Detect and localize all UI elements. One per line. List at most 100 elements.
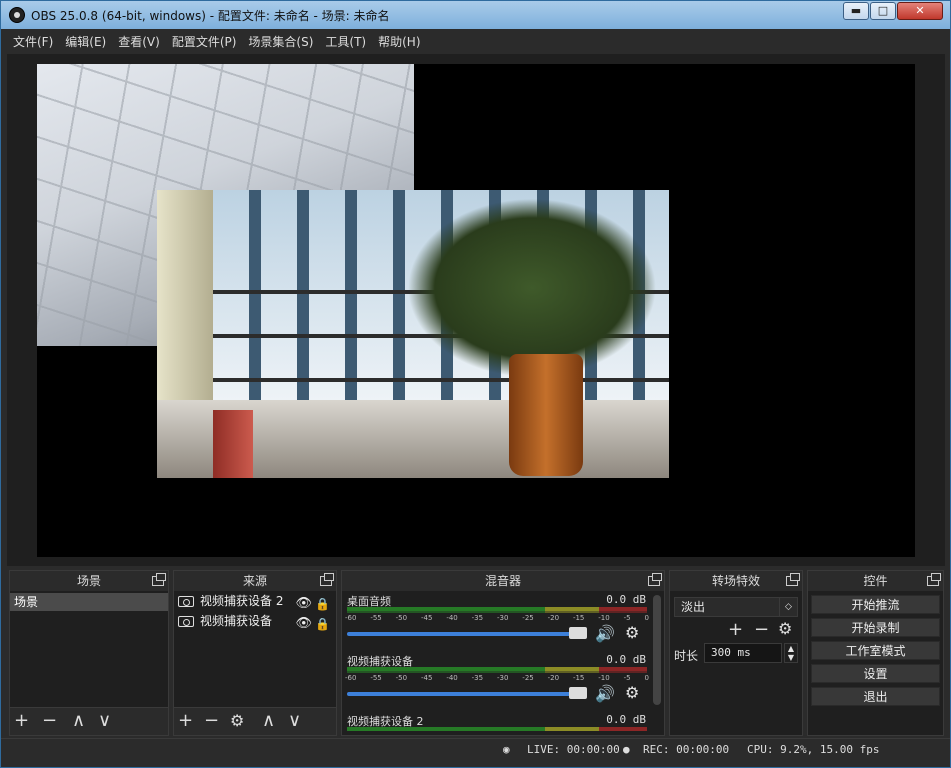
scenes-toolbar: + − ∧ ∨ (10, 707, 168, 735)
volume-slider-handle[interactable] (569, 627, 587, 639)
transition-selected: 淡出 (681, 600, 706, 614)
live-icon: ◉ (503, 743, 510, 756)
menu-edit[interactable]: 编辑(E) (59, 31, 112, 53)
undock-icon[interactable] (786, 573, 800, 586)
start-recording-button[interactable]: 开始录制 (811, 618, 940, 637)
add-transition-icon[interactable]: + (728, 619, 743, 640)
remove-source-icon[interactable]: − (204, 711, 219, 731)
tick-label: -30 (496, 674, 509, 682)
gear-icon[interactable]: ⚙ (625, 623, 639, 642)
move-down-icon[interactable]: ∨ (288, 711, 301, 731)
volume-slider-handle[interactable] (569, 687, 587, 699)
sources-toolbar: + − ⚙ ∧ ∨ (174, 707, 336, 735)
duration-label: 时长 (674, 649, 699, 663)
undock-icon[interactable] (320, 573, 334, 586)
exit-button[interactable]: 退出 (811, 687, 940, 706)
controls-dock-header: 控件 (808, 571, 943, 591)
rec-status: REC: 00:00:00 (643, 743, 730, 756)
mixer-channel: 桌面音频 0.0 dB -60 -55 -50 -45 -40 -35 -30 -25 -20-… (342, 591, 664, 651)
tick-label: -60 (345, 674, 357, 682)
add-source-icon[interactable]: + (178, 711, 193, 731)
scenes-dock-title: 场景 (76, 574, 101, 588)
close-button[interactable]: ✕ (897, 2, 943, 20)
scenes-dock-header: 场景 (10, 571, 168, 591)
visibility-eye-icon[interactable]: 👁 (295, 614, 312, 634)
transition-select[interactable]: 淡出 ◇ (674, 597, 798, 617)
tick-label: -15 (572, 674, 585, 682)
source-item-label: 视频捕获设备 (200, 614, 273, 628)
undock-icon[interactable] (648, 573, 662, 586)
mixer-dock-header: 混音器 (342, 571, 664, 591)
speaker-icon[interactable]: 🔊 (595, 624, 615, 643)
transitions-dock-title: 转场特效 (711, 574, 760, 588)
cpu-status: CPU: 9.2%, 15.00 fps (747, 743, 880, 756)
tick-label: -55 (370, 674, 382, 682)
tick-label: -25 (522, 614, 534, 622)
mixer-scrollbar[interactable] (653, 595, 661, 705)
menu-file[interactable]: 文件(F) (7, 31, 59, 53)
menu-profile[interactable]: 配置文件(P) (166, 31, 243, 53)
volume-slider[interactable] (347, 692, 579, 696)
volume-slider[interactable] (347, 632, 579, 636)
transitions-dock: 转场特效 淡出 ◇ + − ⚙ 时长 300 ms ▲ ▼ (669, 570, 803, 736)
minimize-button[interactable]: ▬ (843, 2, 869, 20)
tick-label: -35 (471, 614, 484, 622)
menu-help[interactable]: 帮助(H) (372, 31, 426, 53)
channel-db: 0.0 dB (606, 653, 646, 666)
duration-spinner[interactable]: ▲ ▼ (784, 643, 798, 663)
mixer-dock: 混音器 桌面音频 0.0 dB -60 -55 -50 -45 -40 -35 -30 -25… (341, 570, 665, 736)
lock-icon[interactable]: 🔒 (315, 614, 330, 634)
tick-label: -20 (547, 614, 560, 622)
settings-button[interactable]: 设置 (811, 664, 940, 683)
tick-label: -50 (395, 674, 408, 682)
scenes-dock: 场景 场景 + − ∧ ∨ (9, 570, 169, 736)
obs-logo-icon (9, 7, 25, 23)
speaker-icon[interactable]: 🔊 (595, 684, 615, 703)
maximize-button[interactable]: □ (870, 2, 896, 20)
duration-input[interactable]: 300 ms (704, 643, 782, 663)
undock-icon[interactable] (927, 573, 941, 586)
source-item[interactable]: 视频捕获设备 2 👁 🔒 (174, 591, 336, 611)
tick-label: -45 (420, 674, 433, 682)
tick-label: -40 (446, 614, 458, 622)
menu-view[interactable]: 查看(V) (112, 31, 166, 53)
menu-tools[interactable]: 工具(T) (319, 31, 372, 53)
tick-label: -50 (395, 614, 408, 622)
preview-canvas[interactable] (37, 64, 915, 557)
source-item[interactable]: 视频捕获设备 👁 🔒 (174, 611, 336, 631)
sources-dock-header: 来源 (174, 571, 336, 591)
camera-icon (178, 616, 194, 627)
move-up-icon[interactable]: ∧ (262, 711, 275, 731)
mixer-dock-title: 混音器 (484, 574, 521, 588)
remove-transition-icon[interactable]: − (754, 619, 769, 640)
move-up-icon[interactable]: ∧ (72, 711, 85, 731)
tick-label: -25 (522, 674, 534, 682)
tick-label: -30 (496, 614, 509, 622)
volume-meter (347, 727, 647, 731)
add-scene-icon[interactable]: + (14, 711, 29, 731)
volume-meter (347, 611, 647, 613)
source-video-capture-2[interactable] (157, 190, 669, 478)
move-down-icon[interactable]: ∨ (98, 711, 111, 731)
sources-dock: 来源 视频捕获设备 2 👁 🔒 视频捕获设备 👁 🔒 + − ⚙ ∧ ∨ (173, 570, 337, 736)
window-title: OBS 25.0.8 (64-bit, windows) - 配置文件: 未命名… (31, 9, 390, 23)
camera-icon (178, 596, 194, 607)
obs-window: OBS 25.0.8 (64-bit, windows) - 配置文件: 未命名… (0, 0, 951, 768)
transitions-dock-header: 转场特效 (670, 571, 802, 591)
scene-item[interactable]: 场景 (10, 593, 168, 611)
start-streaming-button[interactable]: 开始推流 (811, 595, 940, 614)
undock-icon[interactable] (152, 573, 166, 586)
remove-scene-icon[interactable]: − (42, 711, 57, 731)
tick-label: -10 (598, 614, 610, 622)
source-properties-gear-icon[interactable]: ⚙ (230, 711, 244, 731)
pot-scene (509, 354, 583, 476)
tick-label: 0 (644, 614, 649, 622)
gear-icon[interactable]: ⚙ (625, 683, 639, 702)
channel-db: 0.0 dB (606, 713, 646, 726)
transition-gear-icon[interactable]: ⚙ (778, 619, 792, 638)
title-bar: OBS 25.0.8 (64-bit, windows) - 配置文件: 未命名… (1, 1, 950, 29)
menu-scene-collection[interactable]: 场景集合(S) (242, 31, 319, 53)
studio-mode-button[interactable]: 工作室模式 (811, 641, 940, 660)
tick-label: -45 (420, 614, 433, 622)
controls-dock: 控件 开始推流 开始录制 工作室模式 设置 退出 (807, 570, 944, 736)
